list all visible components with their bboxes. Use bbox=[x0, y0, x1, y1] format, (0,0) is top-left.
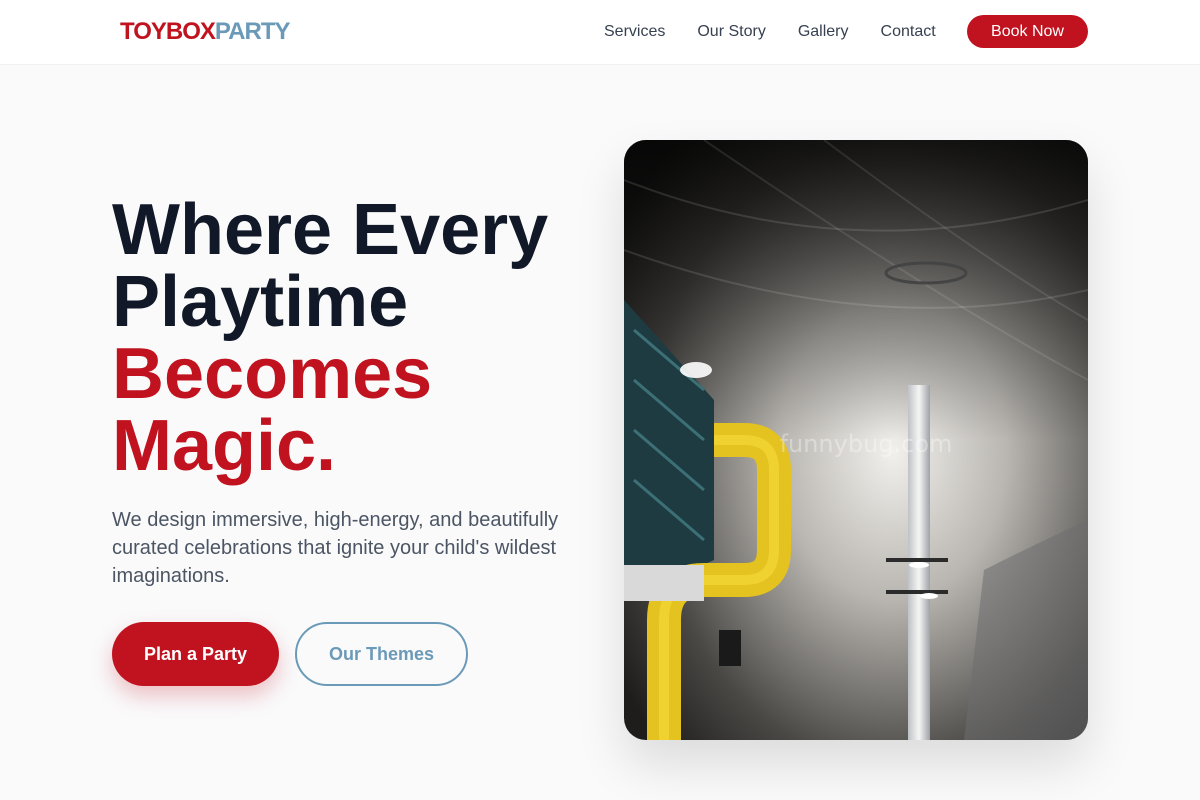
book-now-button[interactable]: Book Now bbox=[967, 15, 1088, 48]
nav-link-contact[interactable]: Contact bbox=[865, 23, 952, 41]
nav-link-gallery[interactable]: Gallery bbox=[782, 23, 865, 41]
hero-photo: funnybug.com bbox=[624, 140, 1088, 740]
hero-subtitle: We design immersive, high-energy, and be… bbox=[112, 509, 559, 587]
brand-logo-part2: PARTY bbox=[214, 18, 291, 45]
nav-link-our-story[interactable]: Our Story bbox=[681, 23, 781, 41]
brand-logo[interactable]: TOYBOXPARTY bbox=[120, 18, 291, 46]
brand-logo-part1: TOYBOX bbox=[120, 18, 216, 45]
nav-link-services[interactable]: Services bbox=[588, 23, 681, 41]
image-watermark: funnybug.com bbox=[779, 430, 953, 458]
nav-links: Services Our Story Gallery Contact bbox=[588, 0, 952, 64]
our-themes-button[interactable]: Our Themes bbox=[295, 622, 468, 686]
hero-title-line: Where Every bbox=[112, 190, 549, 270]
hero-title-accent-line: Magic. bbox=[112, 406, 337, 486]
hero-title: Where Every Playtime Becomes Magic. bbox=[112, 194, 612, 482]
hero-title-line: Playtime bbox=[112, 262, 409, 342]
top-navbar: TOYBOXPARTY Services Our Story Gallery C… bbox=[0, 0, 1200, 65]
plan-a-party-button[interactable]: Plan a Party bbox=[112, 622, 279, 686]
hero-title-accent-line: Becomes bbox=[112, 334, 433, 414]
